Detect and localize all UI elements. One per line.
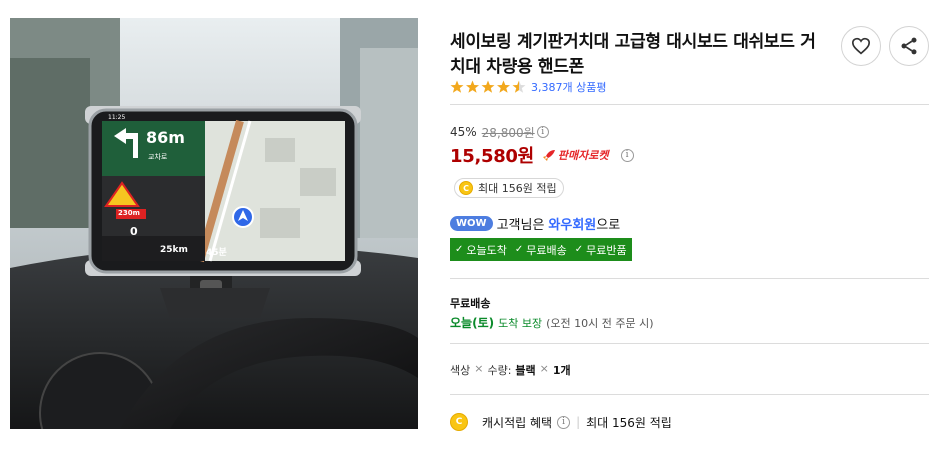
nav-remaining-distance: 25km bbox=[160, 245, 188, 255]
star-rating bbox=[450, 80, 528, 94]
arrival-date: 오늘(토) bbox=[450, 316, 495, 330]
option-color-label: 색상 bbox=[450, 364, 471, 377]
benefit-label: 무료배송 bbox=[526, 243, 567, 257]
phone-clock: 11:25 bbox=[108, 114, 126, 121]
check-icon: ✓ bbox=[455, 244, 464, 255]
divider bbox=[450, 104, 929, 105]
discount-row: 45% 28,800원 i bbox=[450, 124, 549, 140]
benefit-free-return: ✓ 무료반품 bbox=[575, 242, 627, 258]
shipping-label: 무료배송 bbox=[450, 297, 491, 310]
wow-member-label[interactable]: 와우회원 bbox=[548, 214, 596, 233]
nav-street: 교차로 bbox=[148, 153, 168, 161]
heart-icon bbox=[851, 37, 871, 55]
cash-coin-icon: C bbox=[459, 181, 473, 195]
arrival-condition: (오전 10시 전 주문 시) bbox=[546, 316, 654, 330]
option-summary: 색상 × 수량: 블랙 × 1개 bbox=[450, 362, 571, 378]
arrival-guarantee: 도착 보장 bbox=[498, 316, 543, 330]
wow-suffix: 으로 bbox=[596, 217, 621, 233]
product-title: 세이보링 계기판거치대 고급형 대시보드 대쉬보드 거치대 차량용 핸드폰 bbox=[450, 32, 816, 77]
product-photo-illustration bbox=[10, 18, 418, 429]
check-icon: ✓ bbox=[574, 244, 584, 255]
benefit-label: 무료반품 bbox=[586, 243, 627, 257]
discount-rate: 45% bbox=[450, 125, 477, 139]
option-qty-label: 수량: bbox=[487, 364, 512, 377]
speed-limit-distance: 230m bbox=[118, 209, 140, 217]
times-sign: × bbox=[539, 362, 549, 375]
info-icon[interactable]: i bbox=[536, 126, 549, 138]
benefit-label: 오늘도착 bbox=[466, 243, 507, 257]
review-count-link[interactable]: 3,387개 상품평 bbox=[531, 79, 606, 95]
check-icon: ✓ bbox=[514, 244, 524, 255]
wow-badge: WOW bbox=[450, 215, 493, 231]
divider bbox=[450, 343, 929, 344]
original-price: 28,800원 bbox=[481, 125, 535, 140]
sale-price: 15,580원 bbox=[450, 146, 534, 167]
shipping-row: 오늘(토) 도착 보장 (오전 10시 전 주문 시) bbox=[450, 314, 653, 331]
rocket-icon bbox=[542, 149, 555, 161]
cashback-pill: C 최대 156원 적립 bbox=[454, 178, 564, 198]
info-icon[interactable]: i bbox=[620, 148, 634, 162]
price-row: 15,580원 판매자로켓 i bbox=[450, 142, 634, 168]
nav-distance: 86m bbox=[146, 128, 185, 147]
cashback-text: 최대 156원 적립 bbox=[478, 182, 557, 195]
share-icon bbox=[901, 37, 917, 55]
cash-benefit-label: 캐시적립 혜택 bbox=[482, 415, 553, 430]
divider bbox=[450, 278, 929, 279]
nav-zero: 0 bbox=[130, 225, 138, 238]
benefit-bar: ✓ 오늘도착 ✓ 무료배송 ✓ 무료반품 bbox=[450, 238, 632, 261]
rating-row[interactable]: 3,387개 상품평 bbox=[450, 79, 606, 95]
seller-rocket-label: 판매자로켓 bbox=[557, 149, 609, 162]
info-icon[interactable]: i bbox=[557, 415, 571, 429]
share-button[interactable] bbox=[889, 26, 929, 66]
product-info-panel: 세이보링 계기판거치대 고급형 대시보드 대쉬보드 거치대 차량용 핸드폰 3,… bbox=[450, 0, 930, 452]
wow-member-row: WOW 고객님은 와우회원 으로 bbox=[450, 214, 621, 233]
wow-prefix: 고객님은 bbox=[496, 217, 545, 233]
option-color-value: 블랙 bbox=[515, 364, 536, 377]
divider bbox=[450, 394, 929, 395]
like-button[interactable] bbox=[841, 26, 881, 66]
times-sign: × bbox=[474, 362, 484, 375]
stars-icon bbox=[450, 80, 526, 93]
option-qty-value: 1개 bbox=[552, 364, 571, 377]
cash-benefit-value: 최대 156원 적립 bbox=[586, 415, 672, 430]
product-image[interactable]: 86m 교차로 11:25 230m 0 25km 45분 bbox=[10, 18, 418, 429]
cash-coin-icon: C bbox=[450, 413, 468, 431]
cash-benefit-row: C 캐시적립 혜택 i | 최대 156원 적립 bbox=[450, 412, 672, 432]
benefit-today-arrival: ✓ 오늘도착 bbox=[455, 242, 507, 258]
separator: | bbox=[576, 415, 581, 429]
nav-remaining-time: 45분 bbox=[206, 248, 227, 258]
benefit-free-shipping: ✓ 무료배송 bbox=[515, 242, 567, 258]
seller-rocket-badge: 판매자로켓 bbox=[542, 147, 609, 163]
